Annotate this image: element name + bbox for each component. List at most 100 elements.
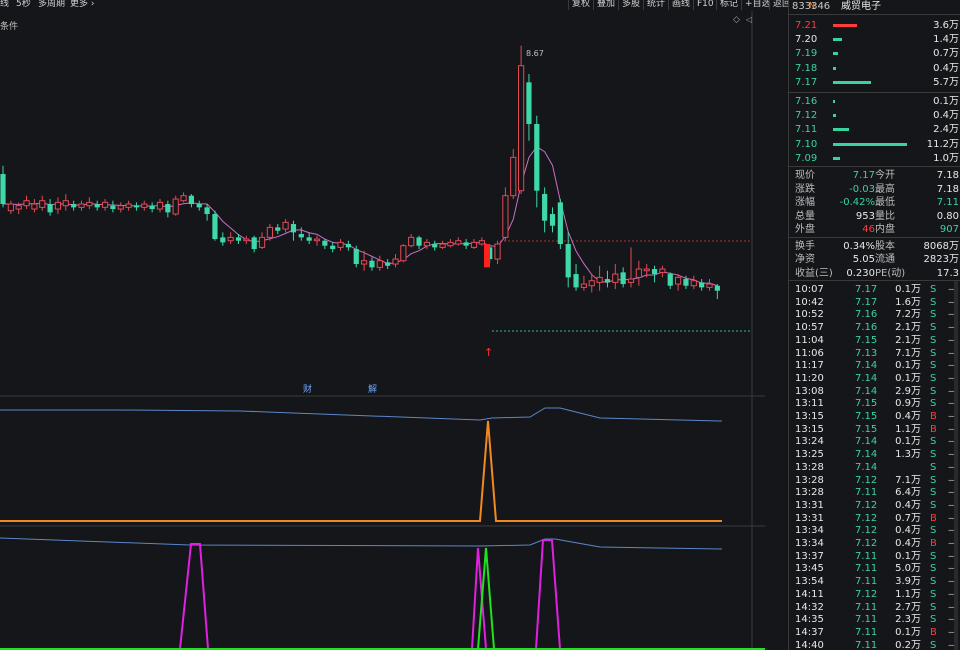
tick-row[interactable]: 10:57 7.16 2.1万 S — bbox=[789, 321, 960, 334]
tick-row[interactable]: 14:40 7.11 0.2万 S — bbox=[789, 639, 960, 650]
tick-price: 7.12 bbox=[855, 525, 878, 537]
tick-row[interactable]: 11:20 7.14 0.1万 S — bbox=[789, 372, 960, 385]
candle-body bbox=[534, 124, 540, 191]
kline-chart-panel[interactable]: 8.808.708.608.508.408.308.208.108.007.90… bbox=[0, 11, 765, 650]
chart-grid bbox=[0, 11, 765, 650]
bid-row[interactable]: 7.09 1.0万 bbox=[789, 152, 960, 165]
restore-rights-button[interactable]: 复权 bbox=[568, 0, 593, 10]
overlay-button[interactable]: 叠加 bbox=[593, 0, 618, 10]
bid-row[interactable]: 7.16 0.1万 bbox=[789, 95, 960, 108]
ask-volume: 1.4万 bbox=[933, 34, 959, 46]
ask-row[interactable]: 7.18 0.4万 bbox=[789, 62, 960, 75]
candle-body bbox=[690, 280, 697, 287]
tick-row[interactable]: 10:42 7.17 1.6万 S — bbox=[789, 296, 960, 309]
tick-row[interactable]: 11:17 7.14 0.1万 S — bbox=[789, 359, 960, 372]
diamond-icon[interactable]: ◇ bbox=[733, 15, 740, 25]
tick-volume: 0.9万 bbox=[895, 398, 921, 410]
tab-kline[interactable]: 线 bbox=[0, 0, 9, 10]
tick-row[interactable]: 11:04 7.15 2.1万 S — bbox=[789, 334, 960, 347]
more-menu-button[interactable]: 更多 › bbox=[70, 0, 95, 10]
tick-volume: 2.3万 bbox=[895, 614, 921, 626]
event-unlock-label[interactable]: 解 bbox=[368, 383, 377, 395]
indicator2-signal-3 bbox=[535, 539, 561, 650]
tick-row[interactable]: 13:34 7.12 0.4万 B — bbox=[789, 537, 960, 550]
statistics-button[interactable]: 统计 bbox=[643, 0, 668, 10]
stat-value: 7.17 bbox=[852, 170, 875, 181]
stat-label: 总量 bbox=[795, 210, 815, 222]
tick-time: 11:04 bbox=[795, 334, 824, 346]
candle-body bbox=[165, 204, 171, 213]
tick-volume: 6.4万 bbox=[895, 487, 921, 499]
tick-row[interactable]: 13:37 7.11 0.1万 S — bbox=[789, 550, 960, 563]
tick-time: 13:24 bbox=[795, 436, 824, 448]
bid-row[interactable]: 7.11 2.4万 bbox=[789, 123, 960, 136]
tick-time: 10:57 bbox=[795, 322, 824, 334]
tick-row[interactable]: 10:52 7.16 7.2万 S — bbox=[789, 308, 960, 321]
tick-time: 11:20 bbox=[795, 372, 824, 384]
tick-row[interactable]: 13:28 7.11 6.4万 S — bbox=[789, 486, 960, 499]
candle-body bbox=[627, 278, 635, 283]
tick-row[interactable]: 13:31 7.12 0.7万 B — bbox=[789, 512, 960, 525]
tick-row[interactable]: 13:11 7.15 0.9万 S — bbox=[789, 397, 960, 410]
tick-price: 7.11 bbox=[855, 550, 878, 562]
stat-value: 8068万 bbox=[923, 240, 959, 252]
tick-row[interactable]: 14:11 7.12 1.1万 S — bbox=[789, 588, 960, 601]
tick-row[interactable]: 13:31 7.12 0.4万 S — bbox=[789, 499, 960, 512]
candle-body bbox=[101, 201, 109, 208]
tick-row[interactable]: 13:28 7.14 S — bbox=[789, 461, 960, 474]
candle-body bbox=[612, 273, 619, 283]
tick-scrollbar[interactable] bbox=[954, 281, 958, 650]
tick-price: 7.14 bbox=[855, 436, 878, 448]
mark-button[interactable]: 标记 bbox=[716, 0, 741, 10]
tick-row[interactable]: 13:15 7.15 0.4万 B — bbox=[789, 410, 960, 423]
tick-time: 13:54 bbox=[795, 576, 824, 588]
tick-row[interactable]: 14:32 7.11 2.7万 S — bbox=[789, 601, 960, 614]
tick-side: S bbox=[930, 487, 937, 499]
tick-volume: 7.2万 bbox=[895, 309, 921, 321]
tick-volume: 3.9万 bbox=[895, 576, 921, 588]
candle-body bbox=[361, 260, 368, 265]
tick-price: 7.11 bbox=[855, 614, 878, 626]
chart-corner-icons[interactable]: ◇ ◁ bbox=[733, 15, 752, 25]
candle-body bbox=[266, 226, 273, 238]
stat-value: 7.18 bbox=[936, 183, 959, 195]
bid-row[interactable]: 7.10 11.2万 bbox=[789, 138, 960, 151]
stat-value: 5.05 bbox=[852, 254, 875, 265]
bid-volume: 11.2万 bbox=[926, 138, 959, 150]
tick-row[interactable]: 13:54 7.11 3.9万 S — bbox=[789, 575, 960, 588]
tick-row[interactable]: 13:28 7.12 7.1万 S — bbox=[789, 474, 960, 487]
multi-stock-button[interactable]: 多股 bbox=[618, 0, 643, 10]
ask-row[interactable]: 7.20 1.4万 bbox=[789, 33, 960, 46]
tick-row[interactable]: 13:24 7.14 0.1万 S — bbox=[789, 435, 960, 448]
tab-multi-period[interactable]: 多周期 bbox=[38, 0, 65, 10]
tick-row[interactable]: 13:08 7.14 2.9万 S — bbox=[789, 385, 960, 398]
tick-row[interactable]: 11:06 7.13 7.1万 S — bbox=[789, 347, 960, 360]
tick-side: S bbox=[930, 474, 937, 486]
draw-line-button[interactable]: 画线 bbox=[668, 0, 693, 10]
candle-body bbox=[455, 240, 462, 245]
tick-row[interactable]: 13:34 7.12 0.4万 S — bbox=[789, 524, 960, 537]
tick-volume: 2.7万 bbox=[895, 601, 921, 613]
bid-row[interactable]: 7.12 0.4万 bbox=[789, 109, 960, 122]
candle-body bbox=[71, 204, 77, 208]
ask-row[interactable]: 7.19 0.7万 bbox=[789, 47, 960, 60]
tick-time: 13:31 bbox=[795, 512, 824, 524]
ask-row[interactable]: 7.21 3.6万 bbox=[789, 19, 960, 32]
event-finance-label[interactable]: 财 bbox=[303, 383, 312, 395]
expand-arrow-icon[interactable]: ◁ bbox=[745, 15, 752, 24]
tick-price: 7.14 bbox=[855, 385, 878, 397]
stats-row: 涨跌 -0.03 最高 7.18 bbox=[789, 183, 960, 196]
stock-name: 威贸电子 bbox=[841, 1, 881, 12]
tick-row[interactable]: 13:45 7.11 5.0万 S — bbox=[789, 562, 960, 575]
tick-row[interactable]: 14:35 7.11 2.3万 S — bbox=[789, 613, 960, 626]
chevron-right-icon: › bbox=[90, 0, 95, 9]
ask-row[interactable]: 7.17 5.7万 bbox=[789, 76, 960, 89]
tick-price: 7.15 bbox=[855, 411, 878, 422]
f10-button[interactable]: F10 bbox=[693, 0, 717, 10]
tick-row[interactable]: 10:07 7.17 0.1万 S — bbox=[789, 283, 960, 296]
tick-row[interactable]: 14:37 7.11 0.1万 B — bbox=[789, 626, 960, 639]
tick-row[interactable]: 13:15 7.15 1.1万 B — bbox=[789, 423, 960, 436]
tick-side: S bbox=[930, 576, 937, 588]
tab-5sec[interactable]: 5秒 bbox=[16, 0, 31, 10]
tick-row[interactable]: 13:25 7.14 1.3万 S — bbox=[789, 448, 960, 461]
